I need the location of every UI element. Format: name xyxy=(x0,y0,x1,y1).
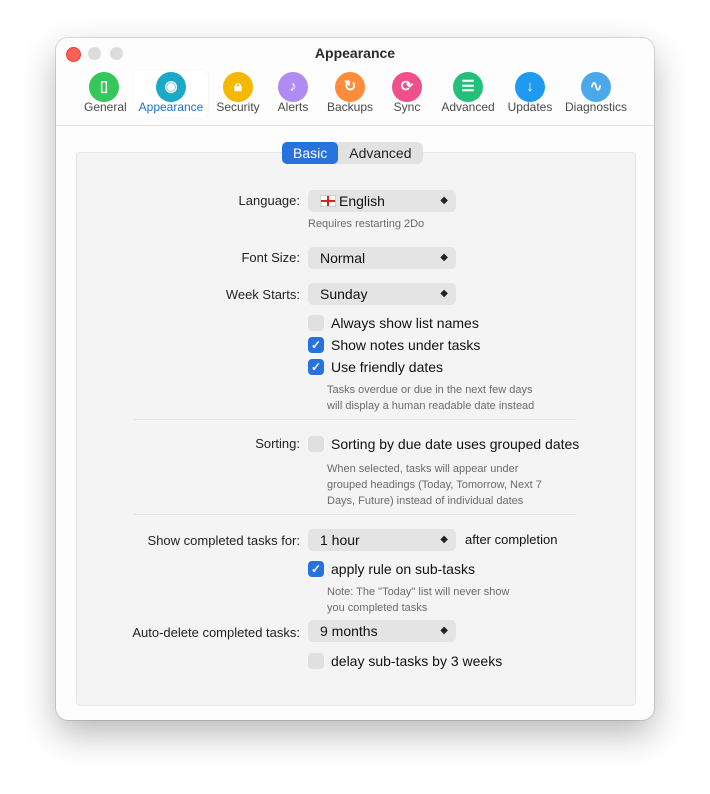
auto-delete-label: Auto-delete completed tasks: xyxy=(132,625,300,640)
toolbar-item-security[interactable]: 🔒︎ Security xyxy=(213,70,263,118)
checkbox-label: Always show list names xyxy=(331,315,479,331)
toolbar-divider xyxy=(56,125,654,126)
language-hint: Requires restarting 2Do xyxy=(308,218,425,230)
lock-icon: 🔒︎ xyxy=(223,72,253,102)
updown-chevron-icon: ◆ xyxy=(440,252,448,263)
tab-advanced[interactable]: Advanced xyxy=(338,142,422,164)
hint-line: grouped headings (Today, Tomorrow, Next … xyxy=(327,479,542,491)
toolbar-item-label: Appearance xyxy=(138,100,204,114)
checkmark-icon: ✓ xyxy=(308,337,324,353)
after-completion-text: after completion xyxy=(465,532,558,547)
general-icon: ▯ xyxy=(89,72,119,102)
hint-line: will display a human readable date inste… xyxy=(327,400,535,412)
week-starts-popup[interactable]: Sunday ◆ xyxy=(308,283,456,305)
font-size-popup[interactable]: Normal ◆ xyxy=(308,247,456,269)
updown-chevron-icon: ◆ xyxy=(440,288,448,299)
updown-chevron-icon: ◆ xyxy=(440,534,448,545)
show-completed-value: 1 hour xyxy=(320,532,360,548)
toolbar-item-updates[interactable]: ↓ Updates xyxy=(506,70,554,118)
tab-basic[interactable]: Basic xyxy=(282,142,339,164)
language-popup[interactable]: English ◆ xyxy=(308,190,456,212)
toolbar-item-backups[interactable]: ↻ Backups xyxy=(323,70,377,118)
font-size-value: Normal xyxy=(320,250,366,266)
toolbar-item-label: Updates xyxy=(507,100,553,114)
week-starts-value: Sunday xyxy=(320,286,368,302)
auto-delete-popup[interactable]: 9 months ◆ xyxy=(308,620,456,642)
toolbar-item-alerts[interactable]: ♪ Alerts xyxy=(274,70,312,118)
sliders-icon: ☰ xyxy=(453,72,483,102)
toolbar-item-advanced[interactable]: ☰ Advanced xyxy=(440,70,496,118)
checkbox-unchecked xyxy=(308,315,324,331)
show-completed-label: Show completed tasks for: xyxy=(147,533,300,548)
delay-subtasks-checkbox[interactable]: delay sub-tasks by 3 weeks xyxy=(308,653,502,669)
show-completed-popup[interactable]: 1 hour ◆ xyxy=(308,529,456,551)
section-divider xyxy=(134,419,576,420)
hint-line: Days, Future) instead of individual date… xyxy=(327,495,524,507)
sorting-hint: When selected, tasks will appear under g… xyxy=(327,461,542,509)
toolbar-item-label: Sync xyxy=(393,100,421,114)
pulse-icon: ∿ xyxy=(581,72,611,102)
toolbar-item-label: Backups xyxy=(326,100,374,114)
grouped-dates-checkbox[interactable]: Sorting by due date uses grouped dates xyxy=(308,436,579,452)
checkbox-unchecked xyxy=(308,436,324,452)
show-notes-under-tasks-checkbox[interactable]: ✓ Show notes under tasks xyxy=(308,337,480,353)
checkbox-label: Sorting by due date uses grouped dates xyxy=(331,436,580,452)
preferences-toolbar: ▯ General ◉ Appearance 🔒︎ Security ♪ Ale… xyxy=(56,70,654,125)
tab-segmented-control: Basic Advanced xyxy=(282,142,423,164)
checkbox-label: delay sub-tasks by 3 weeks xyxy=(331,653,503,669)
language-value: English xyxy=(339,193,385,209)
week-starts-label: Week Starts: xyxy=(225,287,300,302)
font-size-label: Font Size: xyxy=(241,250,300,265)
language-label: Language: xyxy=(238,193,300,208)
checkbox-unchecked xyxy=(308,653,324,669)
toolbar-item-general[interactable]: ▯ General xyxy=(84,70,127,118)
england-flag-icon xyxy=(320,195,336,207)
hint-line: Tasks overdue or due in the next few day… xyxy=(327,384,533,396)
checkbox-label: apply rule on sub-tasks xyxy=(331,561,475,577)
toolbar-item-label: General xyxy=(84,100,127,114)
bell-icon: ♪ xyxy=(278,72,308,102)
window-title: Appearance xyxy=(314,45,396,61)
download-icon: ↓ xyxy=(515,72,545,102)
toolbar-item-sync[interactable]: ⟳ Sync xyxy=(390,70,424,118)
sorting-label: Sorting: xyxy=(255,436,300,451)
checkbox-label: Show notes under tasks xyxy=(331,337,481,353)
toolbar-item-appearance[interactable]: ◉ Appearance xyxy=(134,70,208,118)
updown-chevron-icon: ◆ xyxy=(440,625,448,636)
toolbar-item-label: Security xyxy=(216,100,260,114)
checkbox-label: Use friendly dates xyxy=(331,359,444,375)
preferences-window: Appearance ▯ General ◉ Appearance 🔒︎ Sec… xyxy=(56,38,654,720)
toolbar-item-diagnostics[interactable]: ∿ Diagnostics xyxy=(564,70,628,118)
apply-rule-subtasks-checkbox[interactable]: ✓ apply rule on sub-tasks xyxy=(308,561,475,577)
use-friendly-dates-checkbox[interactable]: ✓ Use friendly dates xyxy=(308,359,443,375)
always-show-list-names-checkbox[interactable]: Always show list names xyxy=(308,315,479,331)
refresh-icon: ↻ xyxy=(335,72,365,102)
hint-line: When selected, tasks will appear under xyxy=(327,463,519,475)
section-divider xyxy=(134,514,576,515)
palette-icon: ◉ xyxy=(156,72,186,102)
hint-line: Note: The "Today" list will never show xyxy=(327,586,510,598)
checkmark-icon: ✓ xyxy=(308,561,324,577)
toolbar-item-label: Diagnostics xyxy=(564,100,628,114)
toolbar-item-label: Alerts xyxy=(277,100,309,114)
sync-icon: ⟳ xyxy=(392,72,422,102)
auto-delete-value: 9 months xyxy=(320,623,378,639)
checkmark-icon: ✓ xyxy=(308,359,324,375)
toolbar-item-label: Advanced xyxy=(441,100,495,114)
today-list-note: Note: The "Today" list will never show y… xyxy=(327,584,509,616)
updown-chevron-icon: ◆ xyxy=(440,195,448,206)
friendly-dates-hint: Tasks overdue or due in the next few day… xyxy=(327,382,534,414)
hint-line: you completed tasks xyxy=(327,602,428,614)
